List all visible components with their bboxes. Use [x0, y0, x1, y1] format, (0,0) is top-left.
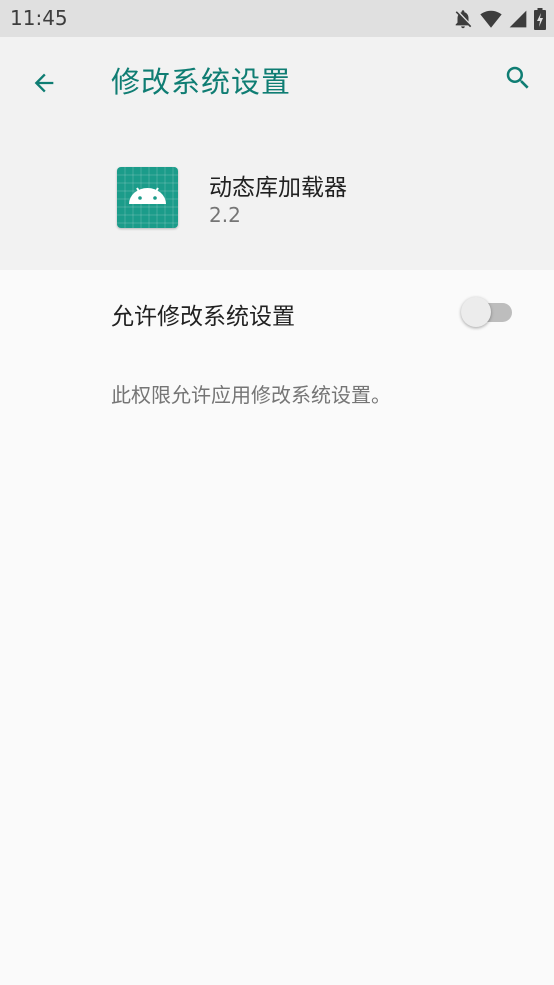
- notifications-off-icon: [452, 8, 474, 30]
- cell-signal-icon: [508, 9, 528, 29]
- search-icon: [503, 63, 533, 97]
- setting-label: 允许修改系统设置: [111, 304, 295, 330]
- search-button[interactable]: [494, 56, 542, 104]
- toggle-thumb: [461, 297, 491, 327]
- page-title: 修改系统设置: [111, 65, 292, 99]
- status-bar: 11:45: [0, 0, 554, 37]
- allow-modify-settings-toggle[interactable]: [460, 296, 516, 328]
- android-app-icon: [117, 167, 178, 228]
- back-button[interactable]: [20, 61, 68, 109]
- arrow-back-icon: [30, 69, 58, 101]
- app-version: 2.2: [209, 203, 241, 227]
- allow-modify-settings-row[interactable]: 允许修改系统设置: [0, 270, 554, 356]
- wifi-icon: [480, 8, 502, 30]
- battery-charging-icon: [534, 8, 546, 30]
- status-time: 11:45: [10, 6, 68, 30]
- permission-description: 此权限允许应用修改系统设置。: [111, 383, 391, 407]
- app-bar: 修改系统设置 动态库加载器 2.2: [0, 37, 554, 270]
- app-name: 动态库加载器: [209, 175, 347, 201]
- status-icons: [452, 6, 546, 32]
